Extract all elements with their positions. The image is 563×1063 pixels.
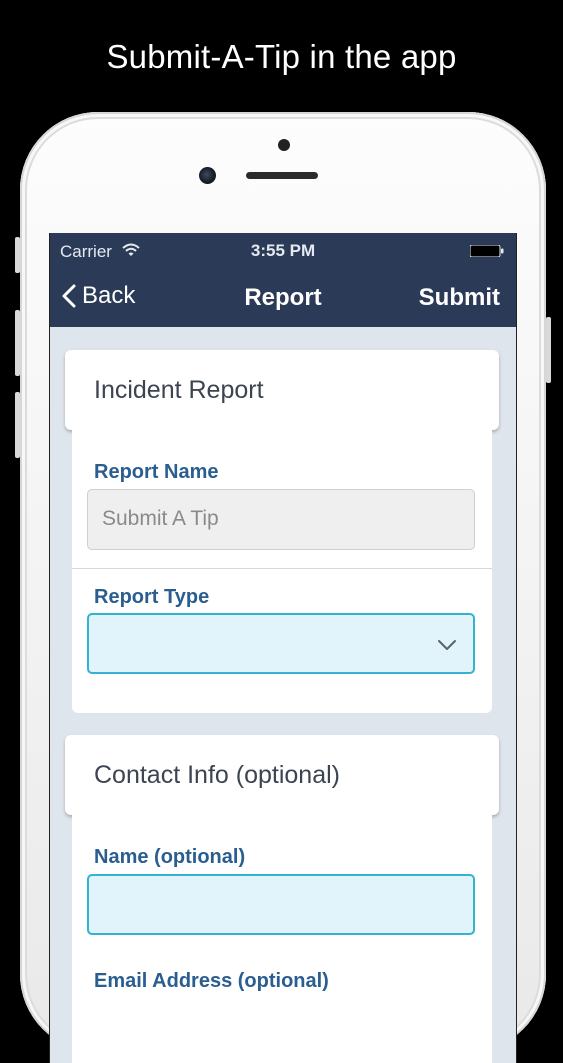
mute-switch — [15, 237, 20, 273]
proximity-sensor — [278, 139, 290, 151]
phone-frame: Carrier 3:55 PM Back Report Submit Incid… — [15, 112, 551, 1063]
contact-info-header: Contact Info (optional) — [65, 735, 499, 815]
battery-icon — [470, 245, 504, 257]
section-title: Incident Report — [94, 376, 264, 404]
divider — [72, 568, 492, 569]
report-name-value: Submit A Tip — [102, 507, 219, 530]
status-bar: Carrier 3:55 PM — [50, 233, 516, 269]
volume-up-button — [15, 310, 20, 376]
incident-report-form: Report Name Submit A Tip Report Type — [72, 430, 492, 713]
app-screen: Carrier 3:55 PM Back Report Submit Incid… — [49, 233, 517, 1063]
volume-down-button — [15, 392, 20, 458]
report-name-field: Submit A Tip — [87, 489, 475, 550]
incident-report-header: Incident Report — [65, 350, 499, 430]
earpiece-speaker — [246, 172, 318, 179]
email-label: Email Address (optional) — [94, 970, 329, 992]
section-title: Contact Info (optional) — [94, 761, 340, 789]
submit-button[interactable]: Submit — [419, 284, 500, 312]
promo-headline: Submit-A-Tip in the app — [106, 38, 457, 75]
contact-info-form: Name (optional) Email Address (optional) — [72, 815, 492, 1063]
navigation-bar: Back Report Submit — [50, 269, 516, 327]
front-camera — [199, 167, 216, 184]
power-button — [546, 317, 551, 383]
report-name-label: Report Name — [94, 461, 219, 483]
name-input[interactable] — [87, 874, 475, 935]
status-time: 3:55 PM — [250, 241, 316, 260]
report-type-label: Report Type — [94, 586, 210, 608]
report-type-select[interactable] — [87, 613, 475, 674]
name-label: Name (optional) — [94, 846, 246, 868]
chevron-down-icon — [438, 640, 456, 650]
